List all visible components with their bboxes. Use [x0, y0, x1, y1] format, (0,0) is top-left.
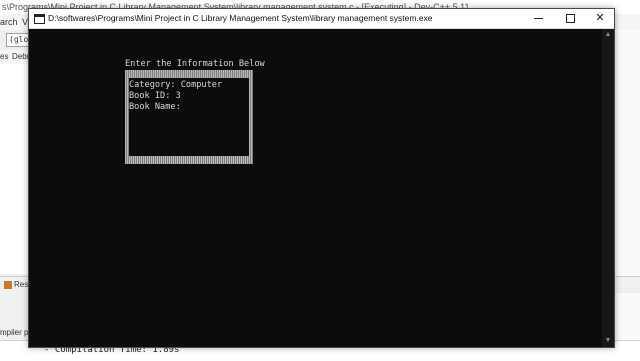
- minimize-button[interactable]: [523, 9, 553, 28]
- maximize-icon: [565, 13, 575, 23]
- minimize-icon: [533, 17, 543, 19]
- close-icon: ✕: [595, 12, 605, 24]
- tab-resources[interactable]: Res: [4, 279, 28, 291]
- console-titlebar[interactable]: D:\softwares\Programs\Mini Project in C …: [29, 9, 614, 29]
- tab-resources-label: Res: [14, 280, 29, 289]
- maximize-button[interactable]: [555, 9, 585, 28]
- menu-search[interactable]: arch: [0, 14, 18, 30]
- console-title: D:\softwares\Programs\Mini Project in C …: [48, 13, 433, 23]
- console-app-icon: [34, 14, 45, 24]
- console-window: D:\softwares\Programs\Mini Project in C …: [28, 8, 615, 348]
- book-id-line: Book ID: 3: [129, 91, 181, 101]
- close-button[interactable]: ✕: [585, 9, 615, 28]
- ide-editor-area: [612, 30, 640, 360]
- console-scrollbar[interactable]: ▲ ▼: [602, 29, 614, 347]
- form-heading: Enter the Information Below: [125, 59, 265, 69]
- category-line: Category: Computer: [129, 80, 223, 90]
- book-name-prompt[interactable]: Book Name:: [129, 102, 181, 113]
- ide-project-panel: [0, 64, 29, 274]
- scroll-up-icon[interactable]: ▲: [602, 29, 614, 41]
- scroll-down-icon[interactable]: ▼: [602, 335, 614, 347]
- resources-icon: [4, 280, 12, 289]
- tab-classes[interactable]: es: [0, 50, 8, 64]
